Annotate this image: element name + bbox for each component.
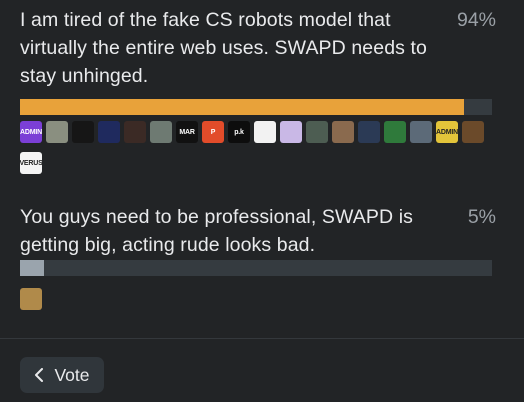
vote-button[interactable]: Vote (20, 357, 104, 393)
voter-avatar-list (20, 288, 496, 319)
voter-avatar[interactable] (358, 121, 380, 143)
voter-avatar[interactable] (150, 121, 172, 143)
voter-avatar[interactable] (462, 121, 484, 143)
voter-avatar[interactable] (254, 121, 276, 143)
poll-option-text: I am tired of the fake CS robots model t… (20, 9, 427, 87)
voter-avatar-label: P (210, 128, 216, 136)
voter-avatar[interactable]: p.k (228, 121, 250, 143)
poll-option-header: I am tired of the fake CS robots model t… (20, 6, 496, 90)
voter-avatar[interactable] (410, 121, 432, 143)
poll-option-bar (20, 260, 492, 276)
voter-avatar[interactable] (46, 121, 68, 143)
voter-avatar[interactable]: MAR (176, 121, 198, 143)
poll-option-header: You guys need to be professional, SWAPD … (20, 203, 496, 259)
vote-button-label: Vote (54, 364, 90, 385)
poll-option-bar-fill (20, 99, 464, 115)
voter-avatar[interactable] (98, 121, 120, 143)
poll-option-text: You guys need to be professional, SWAPD … (20, 206, 413, 256)
voter-avatar[interactable] (306, 121, 328, 143)
voter-avatar[interactable] (20, 288, 42, 310)
voter-avatar-label: p.k (234, 128, 244, 136)
poll-option-bar (20, 99, 492, 115)
voter-avatar[interactable] (384, 121, 406, 143)
voter-avatar[interactable] (280, 121, 302, 143)
voter-avatar-label: ADMIN (436, 128, 458, 136)
voter-avatar-label: MAR (179, 128, 195, 136)
voter-avatar[interactable]: P (202, 121, 224, 143)
voter-avatar-list: ADMIN MAR Pp.k ADMIN VERUS (20, 121, 496, 183)
voter-avatar[interactable]: ADMIN (436, 121, 458, 143)
voter-avatar-label: VERUS (20, 159, 42, 167)
poll-option-2: You guys need to be professional, SWAPD … (20, 203, 496, 310)
poll-option-bar-fill (20, 260, 44, 276)
voter-avatar[interactable] (72, 121, 94, 143)
poll-option-1: I am tired of the fake CS robots model t… (20, 6, 496, 174)
poll-option-percent: 5% (467, 206, 496, 228)
poll-option-percent: 94% (456, 9, 496, 31)
footer-divider (0, 338, 524, 339)
voter-avatar[interactable]: ADMIN (20, 121, 42, 143)
voter-avatar[interactable]: VERUS (20, 152, 42, 174)
voter-avatar[interactable] (124, 121, 146, 143)
chevron-left-icon (35, 368, 44, 382)
poll-results: I am tired of the fake CS robots model t… (0, 0, 524, 338)
voter-avatar[interactable] (332, 121, 354, 143)
voter-avatar-label: ADMIN (20, 128, 42, 136)
